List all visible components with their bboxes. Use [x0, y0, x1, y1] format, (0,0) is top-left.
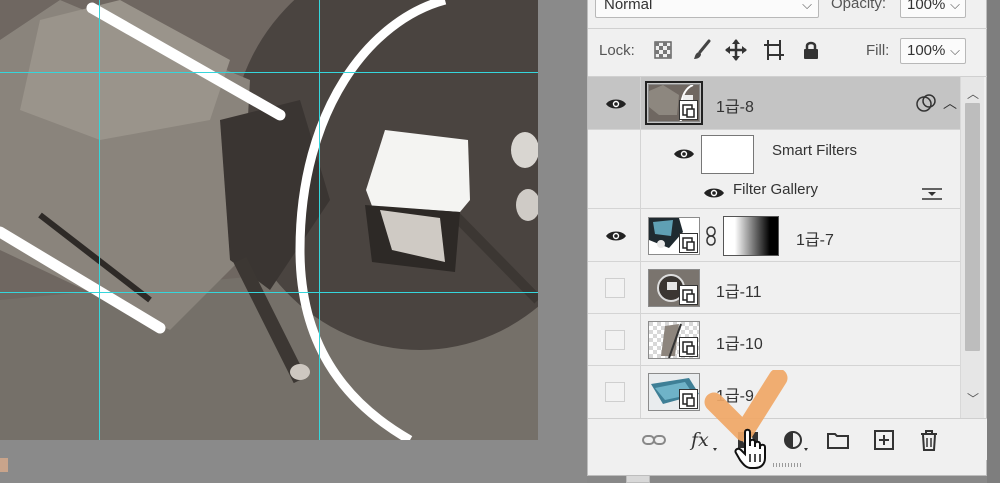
lock-image-pixels-icon[interactable] [691, 39, 713, 61]
layer-row-1급-11[interactable]: 1급-11 [588, 262, 960, 314]
new-layer-icon[interactable] [871, 427, 897, 453]
smart-object-icon [679, 337, 698, 357]
filter-name[interactable]: Filter Gallery [733, 181, 818, 198]
layer-name[interactable]: 1급-11 [716, 278, 762, 302]
guide-vertical-2 [319, 0, 320, 440]
lock-label: Lock: [599, 42, 635, 59]
smart-filter-indicator-icon [916, 94, 936, 112]
layer-thumbnail[interactable] [648, 217, 700, 255]
divider [640, 366, 641, 418]
layer-name[interactable]: 1급-10 [716, 330, 763, 354]
scrollbar-thumb[interactable] [965, 103, 980, 351]
blend-mode-select[interactable]: Normal ⌵ [595, 0, 819, 18]
divider [640, 314, 641, 366]
fill-field[interactable]: 100% ⌵ [900, 38, 966, 64]
chevron-down-icon: ⌵ [950, 0, 960, 12]
opacity-field[interactable]: 100% ⌵ [900, 0, 966, 18]
layer-row-1급-8[interactable]: 1급-8 ︿ [588, 77, 960, 130]
document-canvas[interactable] [0, 0, 538, 440]
layer-row-1급-9[interactable]: 1급-9 [588, 366, 960, 418]
canvas-image [0, 0, 538, 440]
layer-thumbnail[interactable] [648, 373, 700, 411]
layers-list: 1급-8 ︿ Smart Filters Filter Gallery 1급-7… [588, 77, 960, 418]
layer-name[interactable]: 1급-7 [796, 226, 834, 250]
layer-thumbnail[interactable] [648, 321, 700, 359]
mask-link-icon[interactable] [704, 226, 718, 246]
divider [640, 77, 641, 130]
lock-all-icon[interactable] [800, 39, 822, 61]
delete-icon[interactable] [916, 427, 942, 453]
smart-filters-label: Smart Filters [772, 142, 858, 159]
smart-filter-mask-thumbnail[interactable] [701, 135, 754, 174]
smart-object-icon [679, 285, 698, 305]
layer-name[interactable]: 1급-9 [716, 382, 754, 406]
divider [588, 28, 988, 29]
eye-icon[interactable] [605, 97, 627, 111]
layer-row-1급-7[interactable]: 1급-7 [588, 210, 960, 262]
visibility-toggle[interactable] [605, 278, 625, 298]
eye-icon[interactable] [703, 186, 725, 200]
lock-artboard-icon[interactable] [763, 39, 785, 61]
visibility-toggle[interactable] [605, 330, 625, 350]
divider [640, 262, 641, 314]
canvas-edge-swatch [0, 458, 8, 472]
adjustment-layer-icon[interactable] [781, 427, 811, 453]
filter-gallery-row[interactable]: Filter Gallery [588, 177, 960, 209]
collapse-effects-icon[interactable]: ︿ [943, 93, 957, 113]
smart-object-icon [679, 233, 698, 253]
guide-vertical-1 [99, 0, 100, 440]
panel-resize-grip[interactable] [773, 463, 803, 467]
layer-thumbnail[interactable] [648, 269, 700, 307]
fx-icon[interactable]: fx [689, 427, 719, 453]
layers-footer-toolbar: fx [588, 418, 988, 460]
lock-row: Lock: Fill: 100% ⌵ [588, 34, 988, 68]
scroll-up-icon[interactable]: ︿ [967, 85, 979, 102]
eye-icon[interactable] [673, 147, 695, 161]
layer-row-1급-10[interactable]: 1급-10 [588, 314, 960, 366]
panel-dock-gutter [987, 0, 1000, 483]
visibility-toggle[interactable] [605, 382, 625, 402]
layer-name[interactable]: 1급-8 [716, 93, 754, 117]
layers-panel: Normal ⌵ Opacity: 100% ⌵ Lock: Fill: 100… [587, 0, 988, 476]
new-group-icon[interactable] [825, 427, 851, 453]
filter-blending-options-icon[interactable] [921, 185, 943, 203]
svg-text:fx: fx [689, 429, 709, 451]
fill-label: Fill: [866, 42, 890, 59]
smart-object-icon [679, 100, 698, 120]
chevron-down-icon: ⌵ [950, 43, 960, 58]
layers-scrollbar[interactable]: ︿ ﹀ [960, 77, 984, 418]
canvas-area[interactable] [0, 0, 587, 483]
link-layers-icon[interactable] [641, 427, 667, 453]
divider [640, 210, 641, 262]
eye-icon[interactable] [605, 229, 627, 243]
opacity-value: 100% [907, 0, 946, 13]
guide-horizontal-1 [0, 72, 538, 73]
smart-object-icon [679, 389, 698, 409]
blend-mode-value: Normal [604, 0, 653, 13]
layer-thumbnail[interactable] [645, 81, 703, 125]
fill-value: 100% [907, 42, 946, 59]
scroll-down-icon[interactable]: ﹀ [967, 390, 979, 407]
chevron-down-icon: ⌵ [802, 0, 812, 12]
guide-horizontal-2 [0, 292, 538, 293]
lock-transparent-pixels-icon[interactable] [652, 39, 674, 61]
hand-pointer-cursor-icon [734, 428, 766, 469]
lock-position-icon[interactable] [725, 39, 747, 61]
layer-mask-thumbnail[interactable] [723, 216, 779, 256]
opacity-label: Opacity: [831, 0, 887, 12]
